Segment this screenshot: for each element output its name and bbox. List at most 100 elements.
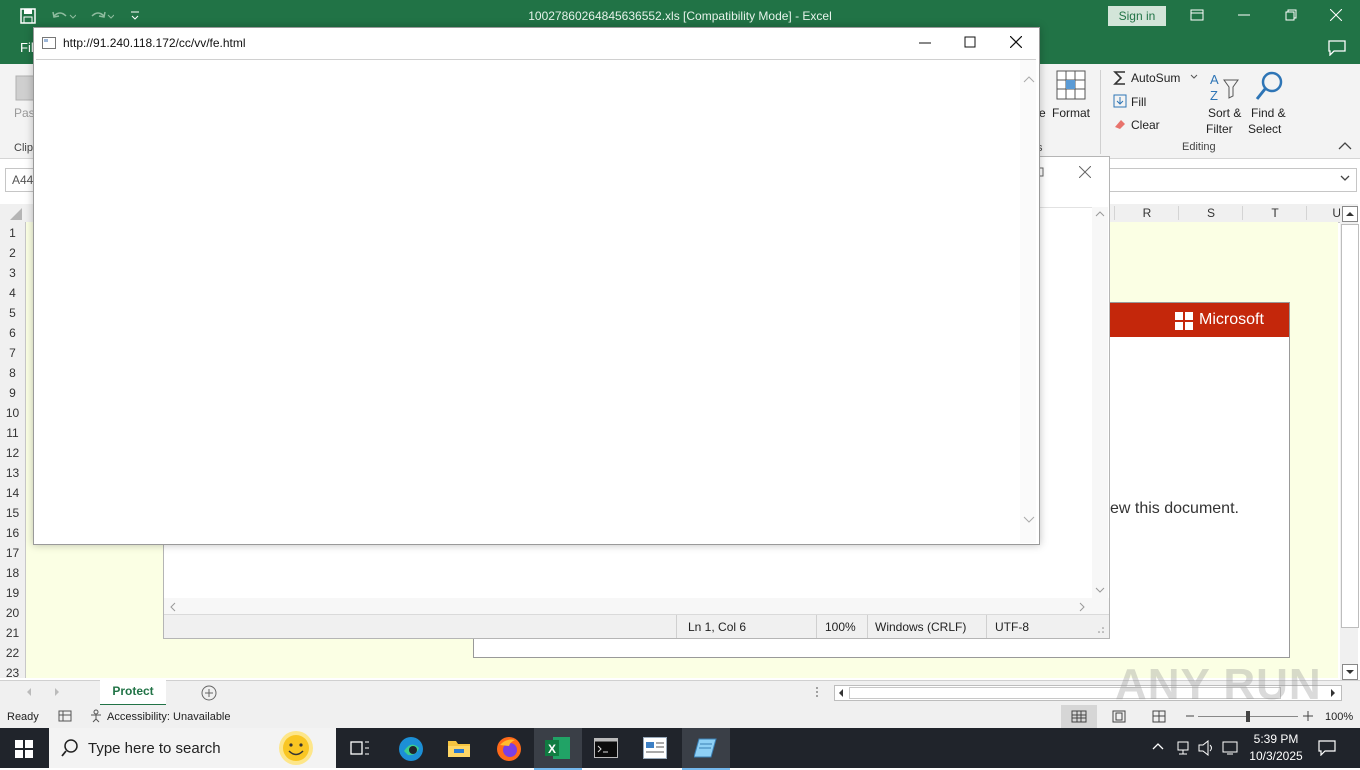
row-number[interactable]: 14: [0, 486, 25, 500]
column-u[interactable]: U: [1306, 206, 1341, 220]
row-number[interactable]: 8: [0, 366, 25, 380]
file-explorer-icon[interactable]: [447, 737, 471, 759]
popup-minimize-icon[interactable]: [919, 42, 931, 44]
sort-filter-label-1[interactable]: Sort &: [1208, 106, 1241, 120]
tray-chevron-icon[interactable]: [1152, 742, 1164, 750]
row-number[interactable]: 12: [0, 446, 25, 460]
comments-icon[interactable]: [1328, 40, 1346, 56]
column-s[interactable]: S: [1178, 206, 1243, 220]
popup-maximize-icon[interactable]: [964, 36, 976, 48]
taskbar-excel-button[interactable]: X: [534, 728, 582, 770]
popup-content-area[interactable]: [36, 59, 1036, 543]
clear-button[interactable]: Clear: [1131, 118, 1160, 132]
hta-window-icon[interactable]: [643, 737, 667, 759]
notifications-icon[interactable]: [1318, 740, 1336, 756]
scroll-up-icon[interactable]: [1095, 211, 1105, 217]
row-number[interactable]: 10: [0, 406, 25, 420]
sign-in-button[interactable]: Sign in: [1108, 6, 1166, 26]
zoom-out-icon[interactable]: [1186, 715, 1194, 717]
find-select-label-2[interactable]: Select: [1248, 122, 1281, 136]
accessibility-status[interactable]: Accessibility: Unavailable: [107, 711, 231, 723]
row-number[interactable]: 18: [0, 566, 25, 580]
sort-filter-label-2[interactable]: Filter: [1206, 122, 1233, 136]
row-number[interactable]: 20: [0, 606, 25, 620]
tab-splitter-icon[interactable]: [815, 686, 819, 698]
clock-time[interactable]: 5:39 PM: [1246, 732, 1306, 746]
zoom-slider-thumb[interactable]: [1246, 711, 1250, 722]
autosum-dropdown-icon[interactable]: [1190, 74, 1198, 80]
row-number[interactable]: 19: [0, 586, 25, 600]
firefox-icon[interactable]: [496, 736, 522, 762]
scroll-thumb[interactable]: [1341, 224, 1359, 628]
column-r[interactable]: R: [1114, 206, 1179, 220]
row-number[interactable]: 11: [0, 426, 25, 440]
sheet-tab-protect[interactable]: Protect: [100, 680, 166, 706]
scroll-up-icon[interactable]: [1342, 206, 1358, 222]
resize-grip-icon[interactable]: [1097, 626, 1105, 634]
notepad-vertical-scrollbar[interactable]: [1092, 207, 1108, 598]
vertical-scrollbar[interactable]: [1340, 204, 1359, 680]
notepad-horizontal-scrollbar[interactable]: [164, 598, 1109, 614]
scroll-down-icon[interactable]: [1023, 516, 1035, 523]
row-number[interactable]: 1: [0, 226, 25, 240]
scroll-up-icon[interactable]: [1023, 76, 1035, 83]
notepad-close-icon[interactable]: [1079, 166, 1091, 178]
task-view-icon[interactable]: [350, 739, 370, 757]
row-number[interactable]: 16: [0, 526, 25, 540]
row-number[interactable]: 4: [0, 286, 25, 300]
page-break-view-icon[interactable]: [1152, 710, 1166, 723]
edge-icon[interactable]: [398, 736, 424, 762]
normal-view-button[interactable]: [1061, 705, 1097, 728]
ribbon-display-icon[interactable]: [1190, 9, 1204, 21]
row-number[interactable]: 9: [0, 386, 25, 400]
formula-expand-icon[interactable]: [1340, 175, 1350, 183]
format-button[interactable]: Format: [1052, 106, 1090, 120]
autosum-button[interactable]: AutoSum: [1131, 71, 1180, 85]
row-number[interactable]: 23: [0, 666, 25, 680]
row-number[interactable]: 15: [0, 506, 25, 520]
row-number[interactable]: 21: [0, 626, 25, 640]
scroll-left-icon[interactable]: [837, 688, 845, 698]
taskbar-search-box[interactable]: Type here to search: [49, 728, 336, 768]
row-number[interactable]: 22: [0, 646, 25, 660]
minimize-icon[interactable]: [1238, 14, 1250, 16]
clock-date[interactable]: 10/3/2025: [1246, 749, 1306, 763]
prev-sheet-icon[interactable]: [26, 687, 32, 697]
restore-icon[interactable]: [1285, 9, 1297, 21]
scroll-right-icon[interactable]: [1329, 688, 1337, 698]
column-t[interactable]: T: [1242, 206, 1307, 220]
collapse-ribbon-icon[interactable]: [1338, 142, 1352, 150]
format-icon[interactable]: [1056, 70, 1086, 100]
scroll-down-icon[interactable]: [1095, 587, 1105, 593]
display-icon[interactable]: [1222, 740, 1240, 756]
row-number[interactable]: 6: [0, 326, 25, 340]
row-number[interactable]: 13: [0, 466, 25, 480]
page-layout-view-icon[interactable]: [1112, 710, 1126, 723]
accessibility-icon[interactable]: [89, 709, 105, 723]
fill-button[interactable]: Fill: [1131, 95, 1146, 109]
network-status-icon[interactable]: [1175, 740, 1191, 756]
scroll-left-icon[interactable]: [170, 602, 176, 612]
zoom-in-icon[interactable]: [1303, 711, 1313, 721]
add-sheet-icon[interactable]: [201, 685, 217, 701]
next-sheet-icon[interactable]: [54, 687, 60, 697]
cmd-icon[interactable]: [594, 738, 618, 758]
row-number[interactable]: 5: [0, 306, 25, 320]
row-number[interactable]: 7: [0, 346, 25, 360]
close-icon[interactable]: [1330, 9, 1342, 21]
row-number[interactable]: 17: [0, 546, 25, 560]
find-select-label-1[interactable]: Find &: [1251, 106, 1286, 120]
popup-scrollbar[interactable]: [1020, 60, 1036, 543]
windows-start-icon[interactable]: [15, 740, 33, 758]
taskbar-notepad-button[interactable]: [682, 728, 730, 770]
macro-record-icon[interactable]: [58, 710, 72, 722]
scroll-right-icon[interactable]: [1079, 602, 1085, 612]
scroll-down-icon[interactable]: [1342, 664, 1358, 680]
volume-icon[interactable]: [1198, 740, 1216, 756]
popup-close-icon[interactable]: [1010, 36, 1022, 48]
select-all-corner-icon[interactable]: [10, 208, 22, 220]
formula-input[interactable]: [1105, 168, 1357, 192]
zoom-level[interactable]: 100%: [1325, 711, 1353, 723]
row-number[interactable]: 3: [0, 266, 25, 280]
row-number[interactable]: 2: [0, 246, 25, 260]
